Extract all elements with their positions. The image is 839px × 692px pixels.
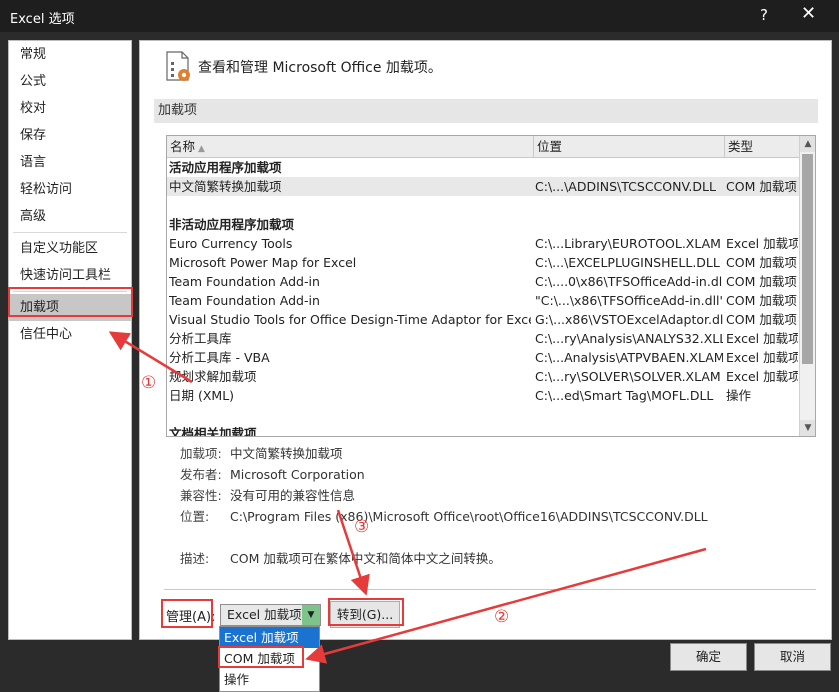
scrollbar-thumb[interactable] (802, 154, 813, 364)
highlight-add-ins-nav (8, 287, 133, 317)
add-ins-table: 名称 ▲ 位置 类型 活动应用程序加载项 中文简繁转换加载项 C:\...\ADD… (166, 135, 816, 437)
highlight-go-button (328, 598, 404, 626)
add-in-details: 加载项: 中文简繁转换加载项 发布者: Microsoft Corporation … (180, 443, 800, 569)
scroll-up-icon[interactable]: ▲ (800, 136, 815, 152)
window-title: Excel 选项 (10, 12, 75, 27)
column-header-type[interactable]: 类型 (725, 136, 799, 158)
nav-item-general[interactable]: 常规 (9, 41, 131, 68)
page-title: 查看和管理 Microsoft Office 加载项。 (198, 60, 442, 76)
table-row[interactable]: 分析工具库 - VBA C:\...Analysis\ATPVBAEN.XLAM… (167, 348, 799, 367)
panel-header: 查看和管理 Microsoft Office 加载项。 (164, 51, 442, 85)
nav-item-customize-ribbon[interactable]: 自定义功能区 (9, 235, 131, 262)
cancel-button[interactable]: 取消 (754, 643, 831, 671)
nav-item-formulas[interactable]: 公式 (9, 68, 131, 95)
table-row[interactable]: 日期 (XML) C:\...ed\Smart Tag\MOFL.DLL 操作 (167, 386, 799, 405)
table-scrollbar[interactable]: ▲ ▼ (799, 136, 815, 436)
table-row[interactable]: 分析工具库 C:\...ry\Analysis\ANALYS32.XLL Exc… (167, 329, 799, 348)
nav-item-trust-center[interactable]: 信任中心 (9, 321, 131, 348)
column-header-name[interactable]: 名称 ▲ (167, 136, 534, 158)
annotation-number-1: ① (141, 373, 157, 393)
ok-button[interactable]: 确定 (670, 643, 747, 671)
nav-item-quick-access-toolbar[interactable]: 快速访问工具栏 (9, 262, 131, 289)
annotation-number-2: ② (494, 607, 510, 627)
group-header-active: 活动应用程序加载项 (169, 160, 282, 175)
scroll-down-icon[interactable]: ▼ (800, 420, 815, 436)
close-button[interactable]: ✕ (801, 3, 816, 24)
manage-dropdown[interactable]: Excel 加载项 ▼ (220, 604, 321, 626)
table-row[interactable]: Visual Studio Tools for Office Design-Ti… (167, 310, 799, 329)
manage-selected-value: Excel 加载项 (227, 607, 302, 622)
nav-item-save[interactable]: 保存 (9, 122, 131, 149)
add-ins-icon (166, 51, 190, 81)
sort-asc-icon: ▲ (198, 144, 205, 154)
chevron-down-icon[interactable]: ▼ (302, 605, 320, 625)
add-ins-panel: 查看和管理 Microsoft Office 加载项。 加载项 名称 ▲ 位置 类… (139, 40, 832, 640)
nav-item-accessibility[interactable]: 轻松访问 (9, 176, 131, 203)
detail-row-description: 描述: COM 加载项可在繁体中文和简体中文之间转换。 (180, 551, 501, 566)
table-row[interactable]: Team Foundation Add-in C:\....0\x86\TFSO… (167, 272, 799, 291)
section-title: 加载项 (154, 99, 818, 123)
annotation-number-3: ③ (354, 517, 370, 537)
table-row[interactable]: Euro Currency Tools C:\...Library\EUROTO… (167, 234, 799, 253)
table-row[interactable]: Team Foundation Add-in "C:\...\x86\TFSOf… (167, 291, 799, 310)
detail-row-spacer (180, 527, 800, 548)
detail-row-publisher: 发布者: Microsoft Corporation (180, 467, 365, 482)
spacer-row (167, 196, 799, 215)
title-bar: Excel 选项 ? ✕ (0, 0, 839, 32)
nav-item-advanced[interactable]: 高级 (9, 203, 131, 230)
options-sidebar: 常规 公式 校对 保存 语言 轻松访问 高级 自定义功能区 快速访问工具栏 加载… (8, 40, 132, 640)
table-header: 名称 ▲ 位置 类型 (167, 136, 799, 158)
help-button[interactable]: ? (760, 6, 768, 24)
group-header-document: 文档相关加载项 (169, 426, 257, 437)
divider (164, 589, 816, 590)
spacer-row (167, 405, 799, 424)
group-header-inactive: 非活动应用程序加载项 (169, 217, 295, 232)
detail-row-add-in: 加载项: 中文简繁转换加载项 (180, 446, 343, 461)
highlight-manage-label (161, 599, 213, 628)
dropdown-option-actions[interactable]: 操作 (220, 669, 319, 690)
table-body: 活动应用程序加载项 中文简繁转换加载项 C:\...\ADDINS\TCSCCO… (167, 158, 799, 437)
table-row[interactable]: Microsoft Power Map for Excel C:\...\EXC… (167, 253, 799, 272)
nav-item-language[interactable]: 语言 (9, 149, 131, 176)
column-header-location[interactable]: 位置 (534, 136, 725, 158)
nav-divider (13, 232, 127, 233)
detail-row-location: 位置: C:\Program Files (x86)\Microsoft Offi… (180, 509, 708, 524)
nav-item-proofing[interactable]: 校对 (9, 95, 131, 122)
detail-row-compatibility: 兼容性: 没有可用的兼容性信息 (180, 488, 356, 503)
dropdown-option-excel-add-ins[interactable]: Excel 加载项 (220, 627, 319, 648)
highlight-com-option (218, 646, 304, 668)
table-row[interactable]: 规划求解加载项 C:\...ry\SOLVER\SOLVER.XLAM Exce… (167, 367, 799, 386)
table-row[interactable]: 中文简繁转换加载项 C:\...\ADDINS\TCSCCONV.DLL COM… (167, 177, 799, 196)
